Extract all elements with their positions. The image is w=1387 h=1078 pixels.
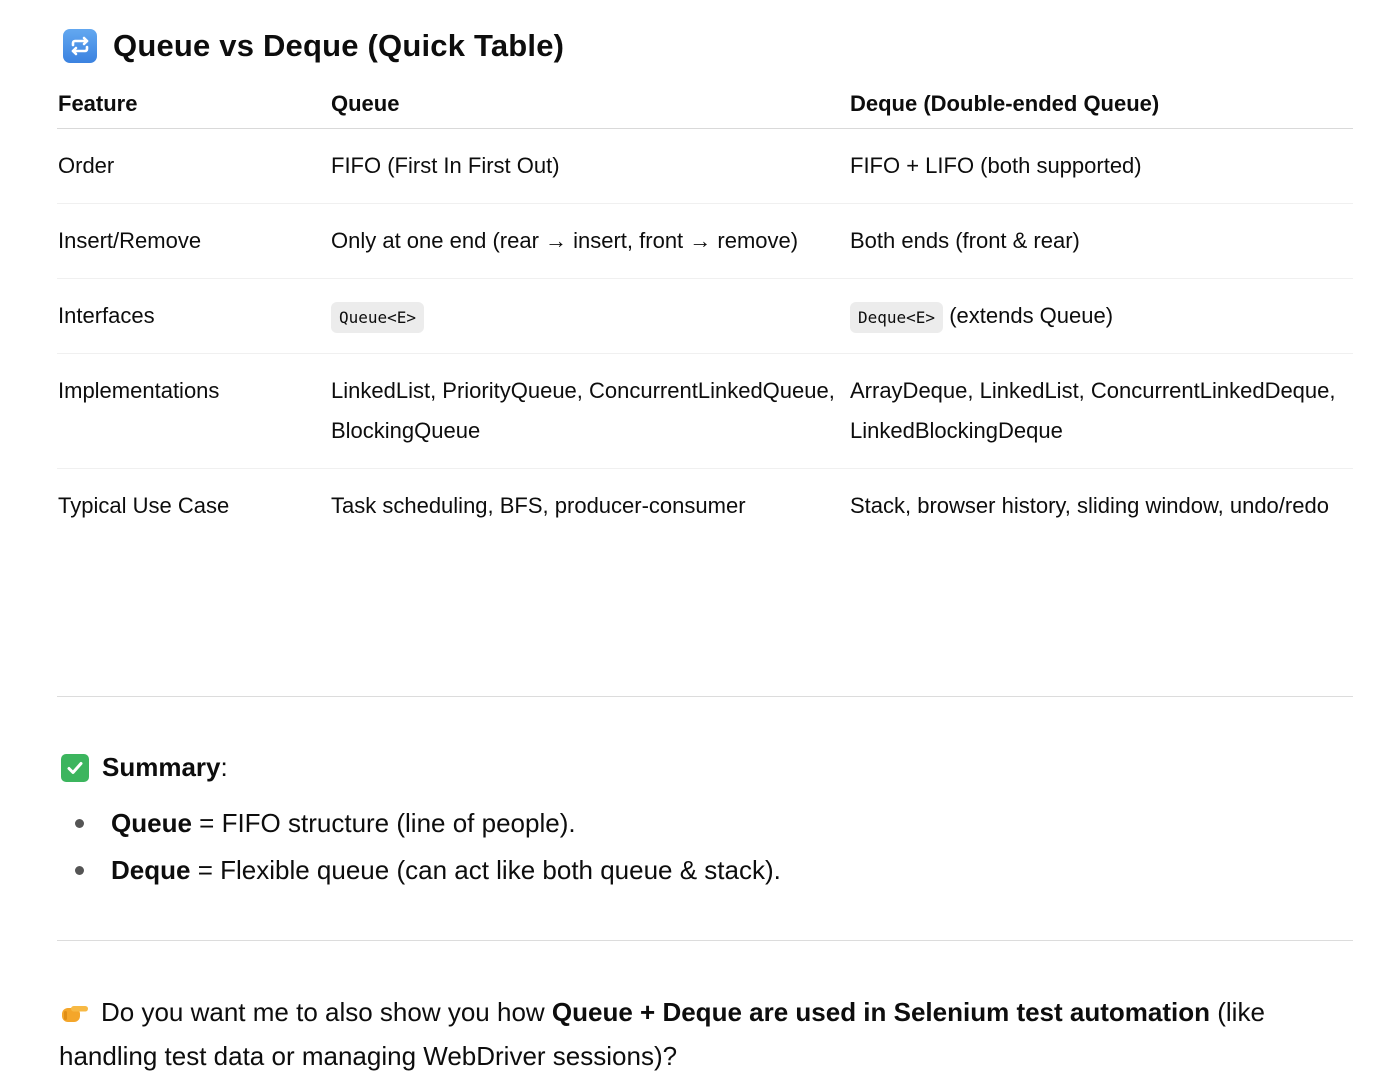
- list-term: Deque: [111, 855, 191, 885]
- bullet-dot: [75, 819, 84, 828]
- check-mark-icon: [61, 753, 89, 782]
- heading-title: Queue vs Deque (Quick Table): [113, 28, 565, 63]
- inline-code: Queue<E>: [331, 302, 425, 333]
- summary-heading: Summary:: [61, 752, 228, 783]
- table-row: Insert/Remove Only at one end (rear → in…: [57, 203, 1353, 279]
- table-cell: FIFO (First In First Out): [330, 128, 849, 204]
- list-sep: =: [190, 855, 221, 885]
- table-cell: Order: [57, 128, 330, 204]
- table-cell: ArrayDeque, LinkedList, ConcurrentLinked…: [849, 353, 1353, 469]
- inline-code: Deque<E>: [850, 302, 944, 333]
- summary-list: Queue = FIFO structure (line of people).…: [75, 800, 781, 894]
- list-desc: Flexible queue (can act like both queue …: [220, 855, 781, 885]
- table-cell: Task scheduling, BFS, producer-consumer: [331, 493, 746, 518]
- section-heading: Queue vs Deque (Quick Table): [63, 26, 564, 66]
- table-row: Typical Use Case Task scheduling, BFS, p…: [57, 469, 1353, 544]
- table-header-row: Feature Queue Deque (Double-ended Queue): [57, 80, 1353, 129]
- table-cell: LinkedList, PriorityQueue, ConcurrentLin…: [330, 353, 849, 469]
- table-cell: Stack, browser history, sliding window, …: [850, 493, 1329, 518]
- follow-up-question: Do you want me to also show you how Queu…: [59, 990, 1355, 1078]
- summary-label: Summary: [102, 752, 221, 782]
- header-feature: Feature: [57, 80, 330, 129]
- interfaces-note: (extends Queue): [949, 303, 1114, 328]
- table-cell: Deque<E> (extends Queue): [849, 278, 1353, 354]
- list-term: Queue: [111, 808, 192, 838]
- table-cell: Typical Use Case: [58, 493, 230, 518]
- summary-colon: :: [220, 752, 228, 782]
- repeat-arrows-icon: [63, 29, 97, 63]
- table-cell: Only at one end (rear → insert, front → …: [330, 203, 849, 279]
- bullet-dot: [75, 866, 84, 875]
- table-cell: FIFO + LIFO (both supported): [849, 128, 1353, 204]
- header-deque: Deque (Double-ended Queue): [849, 80, 1353, 129]
- divider: [57, 940, 1353, 941]
- list-desc: FIFO structure (line of people).: [221, 808, 576, 838]
- table-row: Implementations LinkedList, PriorityQueu…: [57, 353, 1353, 469]
- list-item: Deque = Flexible queue (can act like bot…: [75, 847, 781, 894]
- table-cell: Queue<E>: [330, 278, 849, 354]
- table-row: Order FIFO (First In First Out) FIFO + L…: [57, 128, 1353, 204]
- header-queue: Queue: [330, 80, 849, 129]
- list-item: Queue = FIFO structure (line of people).: [75, 800, 781, 847]
- comparison-table: Feature Queue Deque (Double-ended Queue)…: [57, 80, 1353, 543]
- pointing-hand-icon: [59, 996, 89, 1026]
- table-cell: Both ends (front & rear): [849, 203, 1353, 279]
- table-cell: Interfaces: [57, 278, 330, 354]
- question-bold: Queue + Deque are used in Selenium test …: [551, 997, 1211, 1027]
- table-cell: Insert/Remove: [57, 203, 330, 279]
- table-cell: Implementations: [57, 353, 330, 469]
- list-sep: =: [191, 808, 222, 838]
- divider: [57, 696, 1353, 697]
- question-pre: Do you want me to also show you how: [101, 997, 552, 1027]
- table-row: Interfaces Queue<E> Deque<E> (extends Qu…: [57, 278, 1353, 354]
